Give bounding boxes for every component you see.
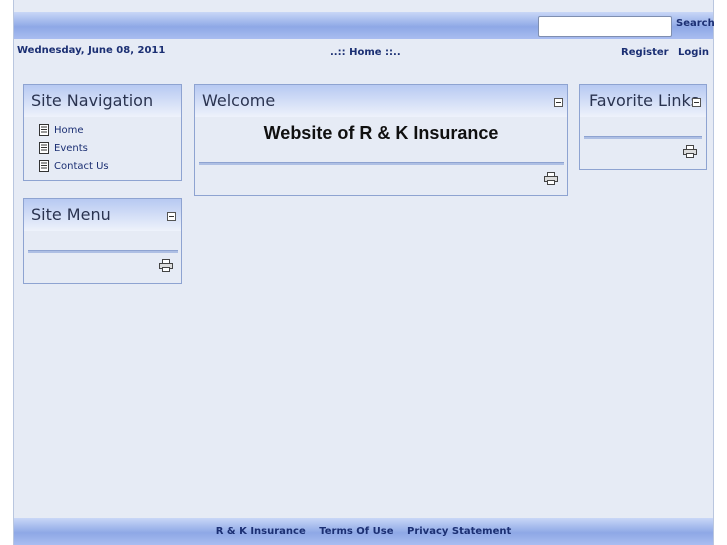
site-menu-module: Site Menu [23, 198, 182, 284]
site-navigation-header: Site Navigation [24, 85, 181, 117]
welcome-title: Welcome [202, 91, 276, 110]
print-icon[interactable] [683, 145, 697, 158]
document-icon [39, 160, 49, 172]
search-button[interactable]: Search [676, 18, 715, 29]
site-menu-title: Site Menu [31, 205, 111, 224]
breadcrumb-home-link[interactable]: Home [349, 47, 381, 58]
breadcrumb-suffix: ::.. [385, 47, 401, 58]
module-divider [199, 162, 564, 165]
site-navigation-module: Site Navigation Home Events Contact Us [23, 84, 182, 181]
nav-item-label: Home [54, 124, 84, 136]
search-input[interactable] [538, 16, 672, 37]
welcome-module: Welcome Website of R & K Insurance [194, 84, 568, 196]
breadcrumb: ..:: Home ::.. [330, 47, 401, 58]
favorite-links-module: Favorite Links [579, 84, 707, 170]
print-icon[interactable] [159, 259, 173, 272]
print-icon[interactable] [544, 172, 558, 185]
current-date: Wednesday, June 08, 2011 [17, 45, 166, 56]
document-icon [39, 142, 49, 154]
nav-item-home[interactable]: Home [39, 121, 109, 139]
site-navigation-list: Home Events Contact Us [39, 121, 109, 175]
nav-item-label: Contact Us [54, 160, 109, 172]
minimize-icon[interactable] [167, 212, 176, 221]
module-divider [584, 136, 702, 139]
info-bar: Wednesday, June 08, 2011 ..:: Home ::.. … [14, 40, 713, 66]
footer-company-link[interactable]: R & K Insurance [216, 526, 306, 537]
nav-item-label: Events [54, 142, 88, 154]
auth-links: Register Login [615, 47, 709, 58]
minimize-icon[interactable] [692, 98, 701, 107]
welcome-heading: Website of R & K Insurance [263, 123, 499, 143]
page: Search Wednesday, June 08, 2011 ..:: Hom… [13, 0, 715, 545]
welcome-header: Welcome [195, 85, 567, 117]
header-bar: Search [14, 12, 715, 39]
site-navigation-title: Site Navigation [31, 91, 154, 110]
nav-item-events[interactable]: Events [39, 139, 109, 157]
footer-terms-link[interactable]: Terms Of Use [319, 526, 393, 537]
nav-item-contact-us[interactable]: Contact Us [39, 157, 109, 175]
breadcrumb-prefix: ..:: [330, 47, 346, 58]
document-icon [39, 124, 49, 136]
minimize-icon[interactable] [554, 98, 563, 107]
footer-privacy-link[interactable]: Privacy Statement [407, 526, 511, 537]
favorite-links-title: Favorite Links [589, 91, 700, 110]
register-link[interactable]: Register [621, 47, 669, 58]
footer-bar: R & K Insurance Terms Of Use Privacy Sta… [14, 518, 713, 545]
favorite-links-header: Favorite Links [580, 85, 706, 117]
login-link[interactable]: Login [678, 47, 709, 58]
module-divider [28, 250, 178, 253]
site-menu-header: Site Menu [24, 199, 181, 231]
